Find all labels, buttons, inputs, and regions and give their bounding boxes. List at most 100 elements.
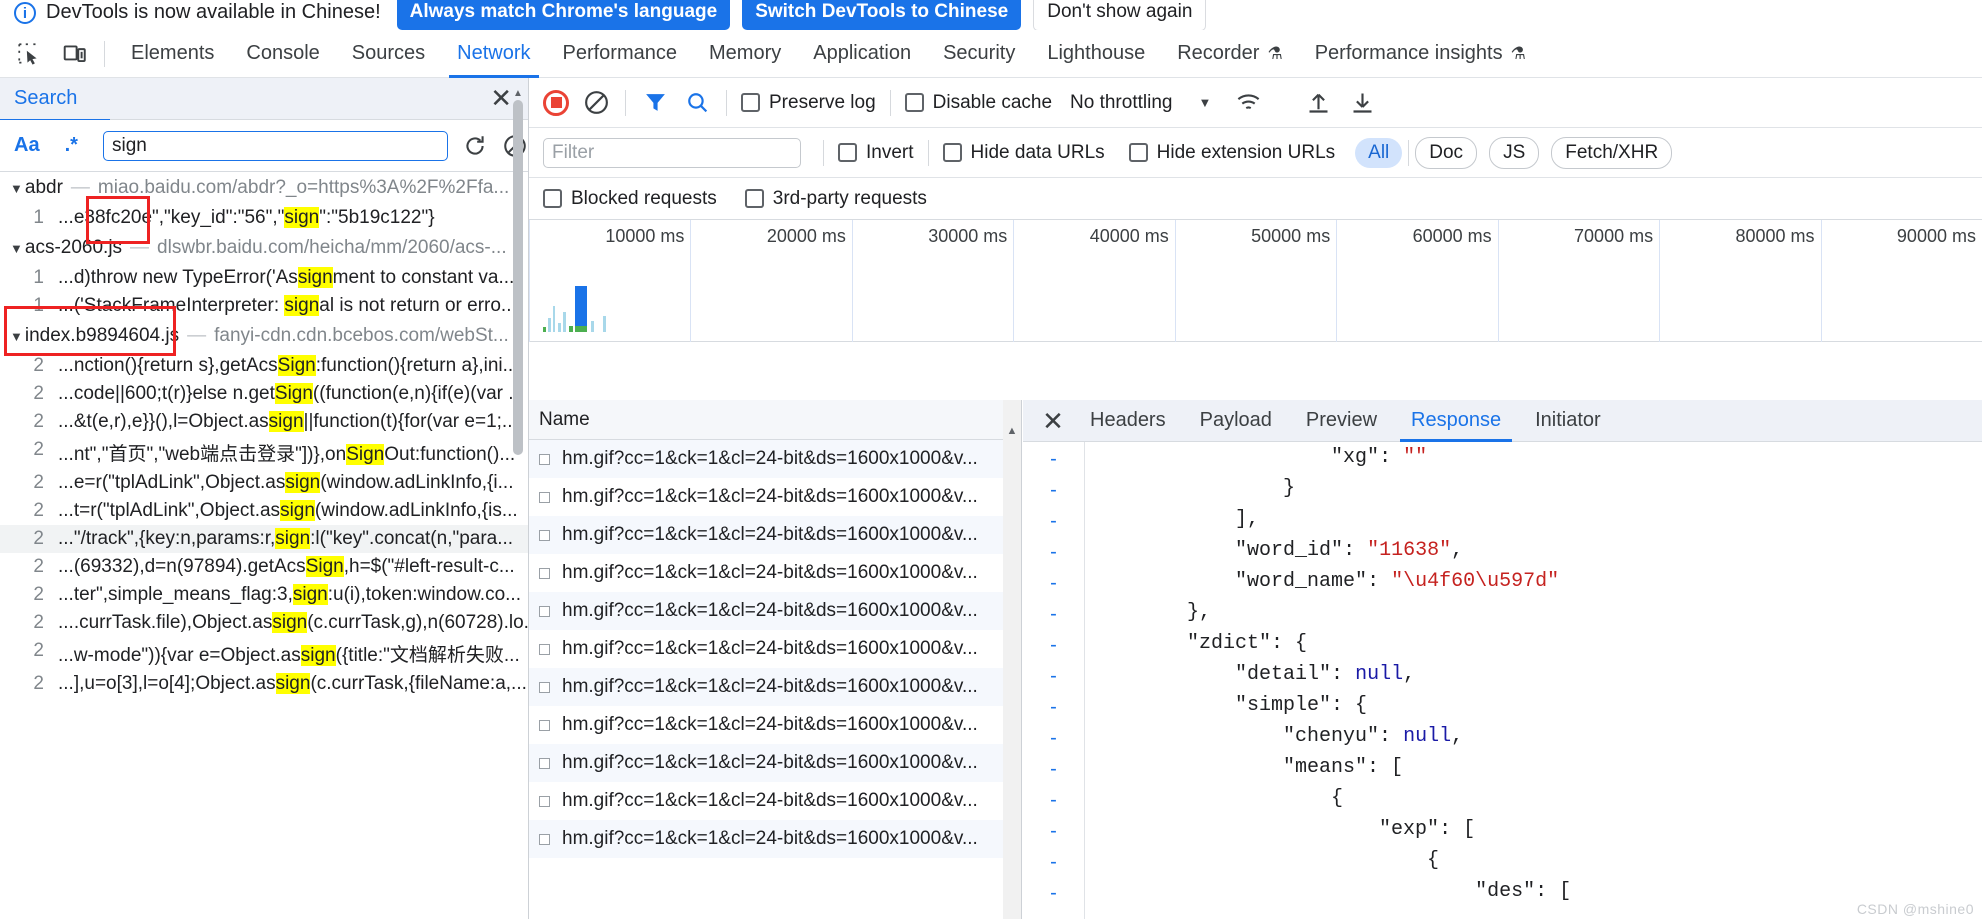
search-result-file[interactable]: ▼ index.b9894604.js — fanyi-cdn.cdn.bcebos.… bbox=[0, 320, 528, 352]
fold-marker[interactable]: - bbox=[1023, 847, 1084, 878]
request-table-scrollbar[interactable]: ▲ bbox=[1003, 400, 1021, 919]
search-result-line[interactable]: 2 ...t=r("tplAdLink",Object.assign(window… bbox=[0, 497, 528, 525]
request-row[interactable]: hm.gif?cc=1&ck=1&cl=24-bit&ds=1600x1000&… bbox=[529, 516, 1021, 554]
match-case-button[interactable]: Aa bbox=[14, 134, 40, 157]
tab-application[interactable]: Application bbox=[797, 30, 927, 78]
filter-input[interactable] bbox=[543, 137, 801, 168]
search-results-scrollbar[interactable]: ▲ bbox=[511, 86, 525, 466]
search-result-line[interactable]: 2 ...],u=o[3],l=o[4];Object.assign(c.curr… bbox=[0, 670, 528, 698]
search-results-list[interactable]: ▼ abdr — miao.baidu.com/abdr?_o=https%3A%2F… bbox=[0, 172, 528, 919]
switch-devtools-chinese-button[interactable]: Switch DevTools to Chinese bbox=[742, 0, 1022, 30]
fold-gutter[interactable]: --------------- bbox=[1023, 442, 1085, 919]
search-result-file[interactable]: ▼ acs-2060.js — dlswbr.baidu.com/heicha/mm/… bbox=[0, 232, 528, 264]
request-row[interactable]: hm.gif?cc=1&ck=1&cl=24-bit&ds=1600x1000&… bbox=[529, 744, 1021, 782]
request-table-header[interactable]: Name bbox=[529, 400, 1021, 440]
export-har-icon[interactable] bbox=[1347, 88, 1377, 118]
detail-tab-headers[interactable]: Headers bbox=[1073, 400, 1183, 442]
fold-marker[interactable]: - bbox=[1023, 785, 1084, 816]
search-result-line[interactable]: 2 ...nt","首页","web端点击登录"])},onSignOut:fun… bbox=[0, 436, 528, 469]
filter-icon[interactable] bbox=[640, 88, 670, 118]
fold-marker[interactable]: - bbox=[1023, 816, 1084, 847]
request-row[interactable]: hm.gif?cc=1&ck=1&cl=24-bit&ds=1600x1000&… bbox=[529, 668, 1021, 706]
disable-cache-checkbox[interactable]: Disable cache bbox=[904, 92, 1052, 114]
tab-lighthouse[interactable]: Lighthouse bbox=[1031, 30, 1161, 78]
tab-memory[interactable]: Memory bbox=[693, 30, 797, 78]
search-result-line[interactable]: 2 ...&t(e,r),e}}(),l=Object.assign||funct… bbox=[0, 408, 528, 436]
search-result-line[interactable]: 2 ...(69332),d=n(97894).getAcsSign,h=$("#… bbox=[0, 553, 528, 581]
fold-marker[interactable]: - bbox=[1023, 692, 1084, 723]
checkbox-box[interactable] bbox=[942, 143, 962, 162]
scrollbar-thumb[interactable] bbox=[513, 100, 523, 455]
request-row[interactable]: hm.gif?cc=1&ck=1&cl=24-bit&ds=1600x1000&… bbox=[529, 592, 1021, 630]
fold-marker[interactable]: - bbox=[1023, 599, 1084, 630]
search-result-line[interactable]: 2 ...nction(){return s},getAcsSign:functi… bbox=[0, 352, 528, 380]
always-match-language-button[interactable]: Always match Chrome's language bbox=[396, 0, 731, 30]
record-stop-icon[interactable] bbox=[543, 89, 569, 116]
chevron-down-icon[interactable]: ▼ bbox=[1198, 95, 1211, 110]
tab-recorder[interactable]: Recorder ⚗ bbox=[1161, 30, 1299, 78]
checkbox-box[interactable] bbox=[904, 93, 924, 112]
search-result-file[interactable]: ▼ abdr — miao.baidu.com/abdr?_o=https%3A%2F… bbox=[0, 172, 528, 204]
checkbox-box[interactable] bbox=[838, 143, 857, 162]
invert-checkbox[interactable]: Invert bbox=[838, 142, 914, 164]
tab-console[interactable]: Console bbox=[230, 30, 335, 78]
search-result-line[interactable]: 2 ...code||600;t(r)}else n.getSign((funct… bbox=[0, 380, 528, 408]
fold-marker[interactable]: - bbox=[1023, 537, 1084, 568]
type-filter-fetch-xhr[interactable]: Fetch/XHR bbox=[1551, 136, 1673, 169]
type-filter-doc[interactable]: Doc bbox=[1415, 136, 1478, 169]
clear-network-icon[interactable] bbox=[581, 88, 611, 118]
fold-marker[interactable]: - bbox=[1023, 630, 1084, 661]
search-result-line[interactable]: 2 ....currTask.file),Object.assign(c.curr… bbox=[0, 609, 528, 637]
checkbox-box[interactable] bbox=[744, 189, 764, 208]
request-row[interactable]: hm.gif?cc=1&ck=1&cl=24-bit&ds=1600x1000&… bbox=[529, 782, 1021, 820]
detail-tab-preview[interactable]: Preview bbox=[1289, 400, 1394, 442]
fold-marker[interactable]: - bbox=[1023, 754, 1084, 785]
inspect-element-icon[interactable] bbox=[12, 37, 46, 71]
fold-marker[interactable]: - bbox=[1023, 444, 1084, 475]
search-input[interactable] bbox=[103, 130, 448, 161]
type-filter-all[interactable]: All bbox=[1355, 137, 1403, 168]
regex-button[interactable]: .* bbox=[62, 134, 81, 157]
tab-performance[interactable]: Performance bbox=[547, 30, 694, 78]
fold-marker[interactable]: - bbox=[1023, 661, 1084, 692]
preserve-log-checkbox[interactable]: Preserve log bbox=[741, 92, 876, 114]
hide-extension-urls-checkbox[interactable]: Hide extension URLs bbox=[1128, 142, 1335, 164]
tab-elements[interactable]: Elements bbox=[115, 30, 230, 78]
refresh-icon[interactable] bbox=[462, 132, 488, 160]
device-toolbar-icon[interactable] bbox=[58, 37, 92, 71]
checkbox-box[interactable] bbox=[741, 93, 760, 112]
detail-tab-response[interactable]: Response bbox=[1394, 400, 1518, 442]
fold-marker[interactable]: - bbox=[1023, 878, 1084, 909]
search-result-line[interactable]: 1 ...e38fc20e","key_id":"56","sign":"5b19… bbox=[0, 204, 528, 232]
search-result-line[interactable]: 2 ..."/track",{key:n,params:r,sign:l("key… bbox=[0, 525, 528, 553]
chevron-down-icon[interactable]: ▼ bbox=[10, 181, 23, 196]
fold-marker[interactable]: - bbox=[1023, 475, 1084, 506]
close-icon[interactable]: ✕ bbox=[490, 85, 512, 111]
throttling-select[interactable]: No throttling bbox=[1070, 92, 1172, 114]
tab-sources[interactable]: Sources bbox=[336, 30, 441, 78]
tab-security[interactable]: Security bbox=[927, 30, 1031, 78]
search-result-line[interactable]: 2 ...w-mode")){var e=Object.assign({title… bbox=[0, 637, 528, 670]
third-party-requests-checkbox[interactable]: 3rd-party requests bbox=[744, 188, 927, 210]
checkbox-box[interactable] bbox=[1128, 143, 1148, 162]
request-row[interactable]: hm.gif?cc=1&ck=1&cl=24-bit&ds=1600x1000&… bbox=[529, 554, 1021, 592]
chevron-down-icon[interactable]: ▼ bbox=[10, 329, 23, 344]
request-row[interactable]: hm.gif?cc=1&ck=1&cl=24-bit&ds=1600x1000&… bbox=[529, 706, 1021, 744]
tab-network[interactable]: Network bbox=[441, 30, 546, 78]
search-result-line[interactable]: 1 ...d)throw new TypeError('Assignment to… bbox=[0, 264, 528, 292]
detail-tab-initiator[interactable]: Initiator bbox=[1518, 400, 1618, 442]
search-result-line[interactable]: 2 ...e=r("tplAdLink",Object.assign(window… bbox=[0, 469, 528, 497]
request-row[interactable]: hm.gif?cc=1&ck=1&cl=24-bit&ds=1600x1000&… bbox=[529, 630, 1021, 668]
detail-tab-payload[interactable]: Payload bbox=[1183, 400, 1289, 442]
hide-data-urls-checkbox[interactable]: Hide data URLs bbox=[942, 142, 1105, 164]
type-filter-js[interactable]: JS bbox=[1489, 136, 1540, 169]
fold-marker[interactable]: - bbox=[1023, 506, 1084, 537]
network-conditions-icon[interactable] bbox=[1233, 88, 1263, 118]
scroll-up-arrow[interactable]: ▲ bbox=[1003, 422, 1021, 440]
request-row[interactable]: hm.gif?cc=1&ck=1&cl=24-bit&ds=1600x1000&… bbox=[529, 440, 1021, 478]
search-icon[interactable] bbox=[682, 88, 712, 118]
fold-marker[interactable]: - bbox=[1023, 723, 1084, 754]
import-har-icon[interactable] bbox=[1303, 88, 1333, 118]
close-icon[interactable]: ✕ bbox=[1033, 408, 1073, 434]
fold-marker[interactable]: - bbox=[1023, 568, 1084, 599]
